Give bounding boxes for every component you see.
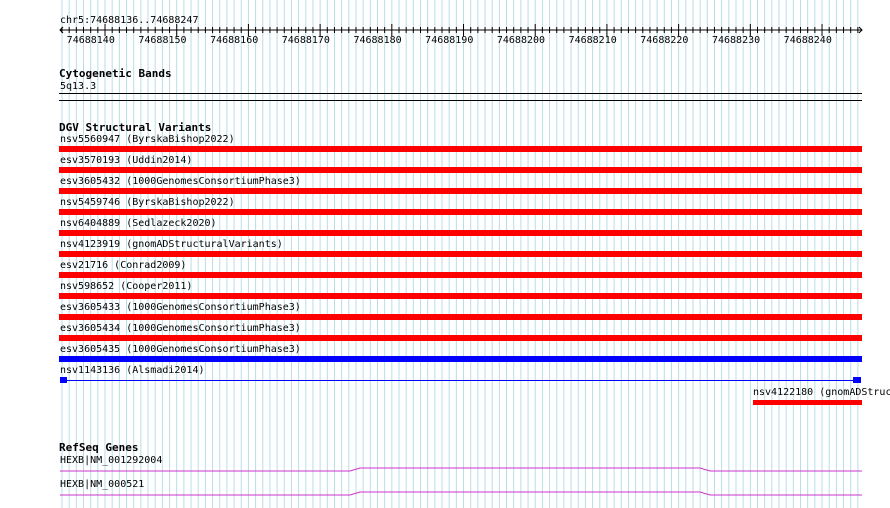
variant-end-block[interactable] (853, 377, 861, 383)
variant-bar[interactable] (59, 293, 862, 299)
ruler-tick-label: 74688230 (711, 35, 761, 46)
variant-label: esv21716 (Conrad2009) (60, 260, 187, 271)
variant-start-block[interactable] (60, 377, 67, 383)
variant-bar[interactable] (59, 356, 862, 362)
variant-bar[interactable] (59, 230, 862, 236)
ruler-tick-label: 74688240 (783, 35, 832, 46)
dgv-track-title[interactable]: DGV Structural Variants (59, 122, 211, 134)
track-divider (59, 100, 862, 101)
variant-label: nsv598652 (Cooper2011) (60, 281, 193, 292)
ruler-tick-label: 74688150 (138, 35, 187, 46)
ruler-tick-label: 74688140 (66, 35, 115, 46)
variant-bar[interactable] (59, 335, 862, 341)
ruler-tick-label: 74688210 (568, 35, 617, 46)
ruler-tick-label: 74688220 (640, 35, 689, 46)
variant-bar[interactable] (59, 251, 862, 257)
variant-bar[interactable] (59, 272, 862, 278)
variant-label: nsv6404889 (Sedlazeck2020) (60, 218, 217, 229)
variant-connector-line (67, 380, 853, 381)
variant-label: esv3570193 (Uddin2014) (60, 155, 193, 166)
variant-bar[interactable] (59, 146, 862, 152)
cytobands-track-title[interactable]: Cytogenetic Bands (59, 68, 172, 80)
ruler-tick-label: 74688190 (425, 35, 474, 46)
variant-label: esv3605432 (1000GenomesConsortiumPhase3) (60, 176, 301, 187)
refseq-track-title[interactable]: RefSeq Genes (59, 442, 138, 454)
variant-label: nsv5459746 (ByrskaBishop2022) (60, 197, 235, 208)
ruler-tick-label: 74688170 (281, 35, 330, 46)
gene-track-nm-000521[interactable] (0, 488, 890, 498)
variant-label: esv3605435 (1000GenomesConsortiumPhase3) (60, 344, 301, 355)
variant-bar[interactable] (59, 314, 862, 320)
ruler-tick-label: 74688160 (210, 35, 259, 46)
variant-label: esv3605434 (1000GenomesConsortiumPhase3) (60, 323, 301, 334)
variant-label: nsv1143136 (Alsmadi2014) (60, 365, 205, 376)
variant-label: nsv4123919 (gnomADStructuralVariants) (60, 239, 283, 250)
variant-bar[interactable] (59, 209, 862, 215)
variant-bar[interactable] (59, 188, 862, 194)
track-divider (59, 93, 862, 94)
variant-bar[interactable] (59, 167, 862, 173)
variant-label: esv3605433 (1000GenomesConsortiumPhase3) (60, 302, 301, 313)
variant-label-nsv4122180: nsv4122180 (gnomADStruc (753, 387, 890, 398)
cytoband-label: 5q13.3 (60, 81, 97, 92)
variant-bar-nsv4122180[interactable] (753, 400, 862, 405)
ruler-tick-label: 74688200 (496, 35, 546, 46)
variant-label: nsv5560947 (ByrskaBishop2022) (60, 134, 235, 145)
ruler-tick-label: 74688180 (353, 35, 402, 46)
gene-track-nm-001292004[interactable] (0, 464, 890, 474)
